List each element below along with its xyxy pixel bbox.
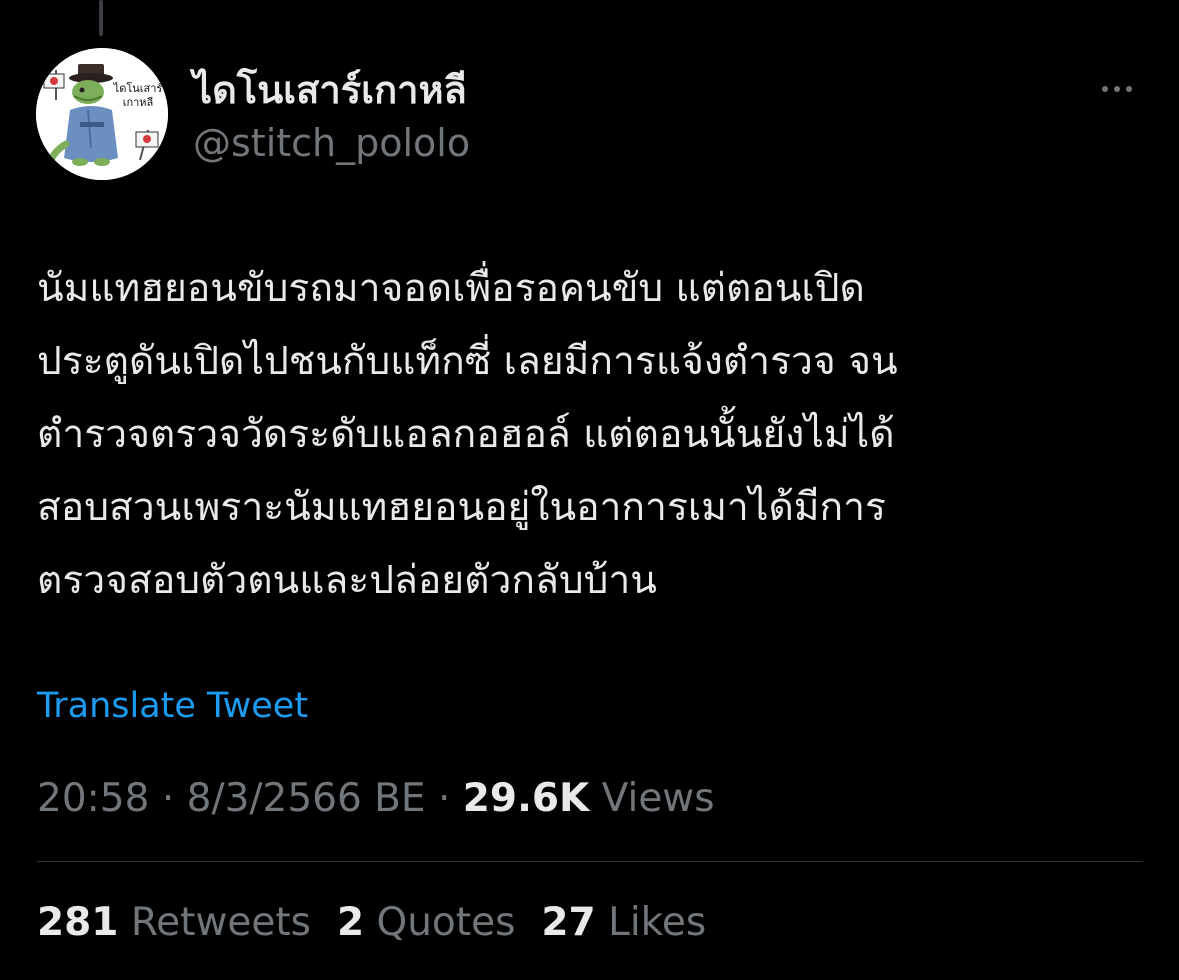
more-options-button[interactable] <box>1092 72 1142 106</box>
quotes-stat[interactable]: 2 Quotes <box>337 897 515 949</box>
likes-stat[interactable]: 27 Likes <box>541 897 706 949</box>
avatar-image: ไดโนเสาร์ เกาหลี <box>36 48 168 180</box>
more-horizontal-icon <box>1102 86 1108 92</box>
divider <box>37 861 1143 862</box>
avatar-badge-line2: เกาหลี <box>123 96 154 109</box>
meta-separator: · <box>437 776 451 821</box>
views-count: 29.6K <box>462 776 590 821</box>
tweet-stats: 281 Retweets 2 Quotes 27 Likes <box>37 897 706 949</box>
retweets-count: 281 <box>37 900 119 945</box>
meta-separator: · <box>161 776 175 821</box>
tweet-text-line: ประตูดันเปิดไปชนกับแท็กซี่ เลยมีการแจ้งต… <box>37 339 898 384</box>
avatar[interactable]: ไดโนเสาร์ เกาหลี <box>36 48 168 180</box>
retweets-label: Retweets <box>130 900 311 945</box>
likes-count: 27 <box>541 900 596 945</box>
quotes-count: 2 <box>336 900 365 945</box>
tweet-text: นัมแทฮยอนขับรถมาจอดเพื่อรอคนขับ แต่ตอนเป… <box>37 252 1147 617</box>
avatar-badge-line1: ไดโนเสาร์ <box>113 81 163 95</box>
author-display-name[interactable]: ไดโนเสาร์เกาหลี <box>193 66 467 114</box>
tweet-meta: 20:58 · 8/3/2566 BE · 29.6K Views <box>37 773 715 825</box>
translate-tweet-link[interactable]: Translate Tweet <box>37 682 308 730</box>
views-label: Views <box>601 776 715 821</box>
tweet-time[interactable]: 20:58 <box>37 776 149 821</box>
likes-label: Likes <box>608 900 707 945</box>
tweet-date[interactable]: 8/3/2566 BE <box>187 776 426 821</box>
tweet-text-line: ตรวจสอบตัวตนและปล่อยตัวกลับบ้าน <box>37 558 657 603</box>
more-horizontal-icon-dot <box>1114 86 1120 92</box>
tweet-text-line: นัมแทฮยอนขับรถมาจอดเพื่อรอคนขับ แต่ตอนเป… <box>37 266 865 311</box>
more-horizontal-icon-dot <box>1126 86 1132 92</box>
tweet-text-line: สอบสวนเพราะนัมแทฮยอนอยู่ในอาการเมาได้มีก… <box>37 485 886 530</box>
quotes-label: Quotes <box>376 900 516 945</box>
author-handle[interactable]: @stitch_pololo <box>193 118 470 168</box>
retweets-stat[interactable]: 281 Retweets <box>37 897 311 949</box>
tweet-text-line: ตำรวจตรวจวัดระดับแอลกอฮอล์ แต่ตอนนั้นยัง… <box>37 412 895 457</box>
thread-connector-line <box>99 0 103 36</box>
